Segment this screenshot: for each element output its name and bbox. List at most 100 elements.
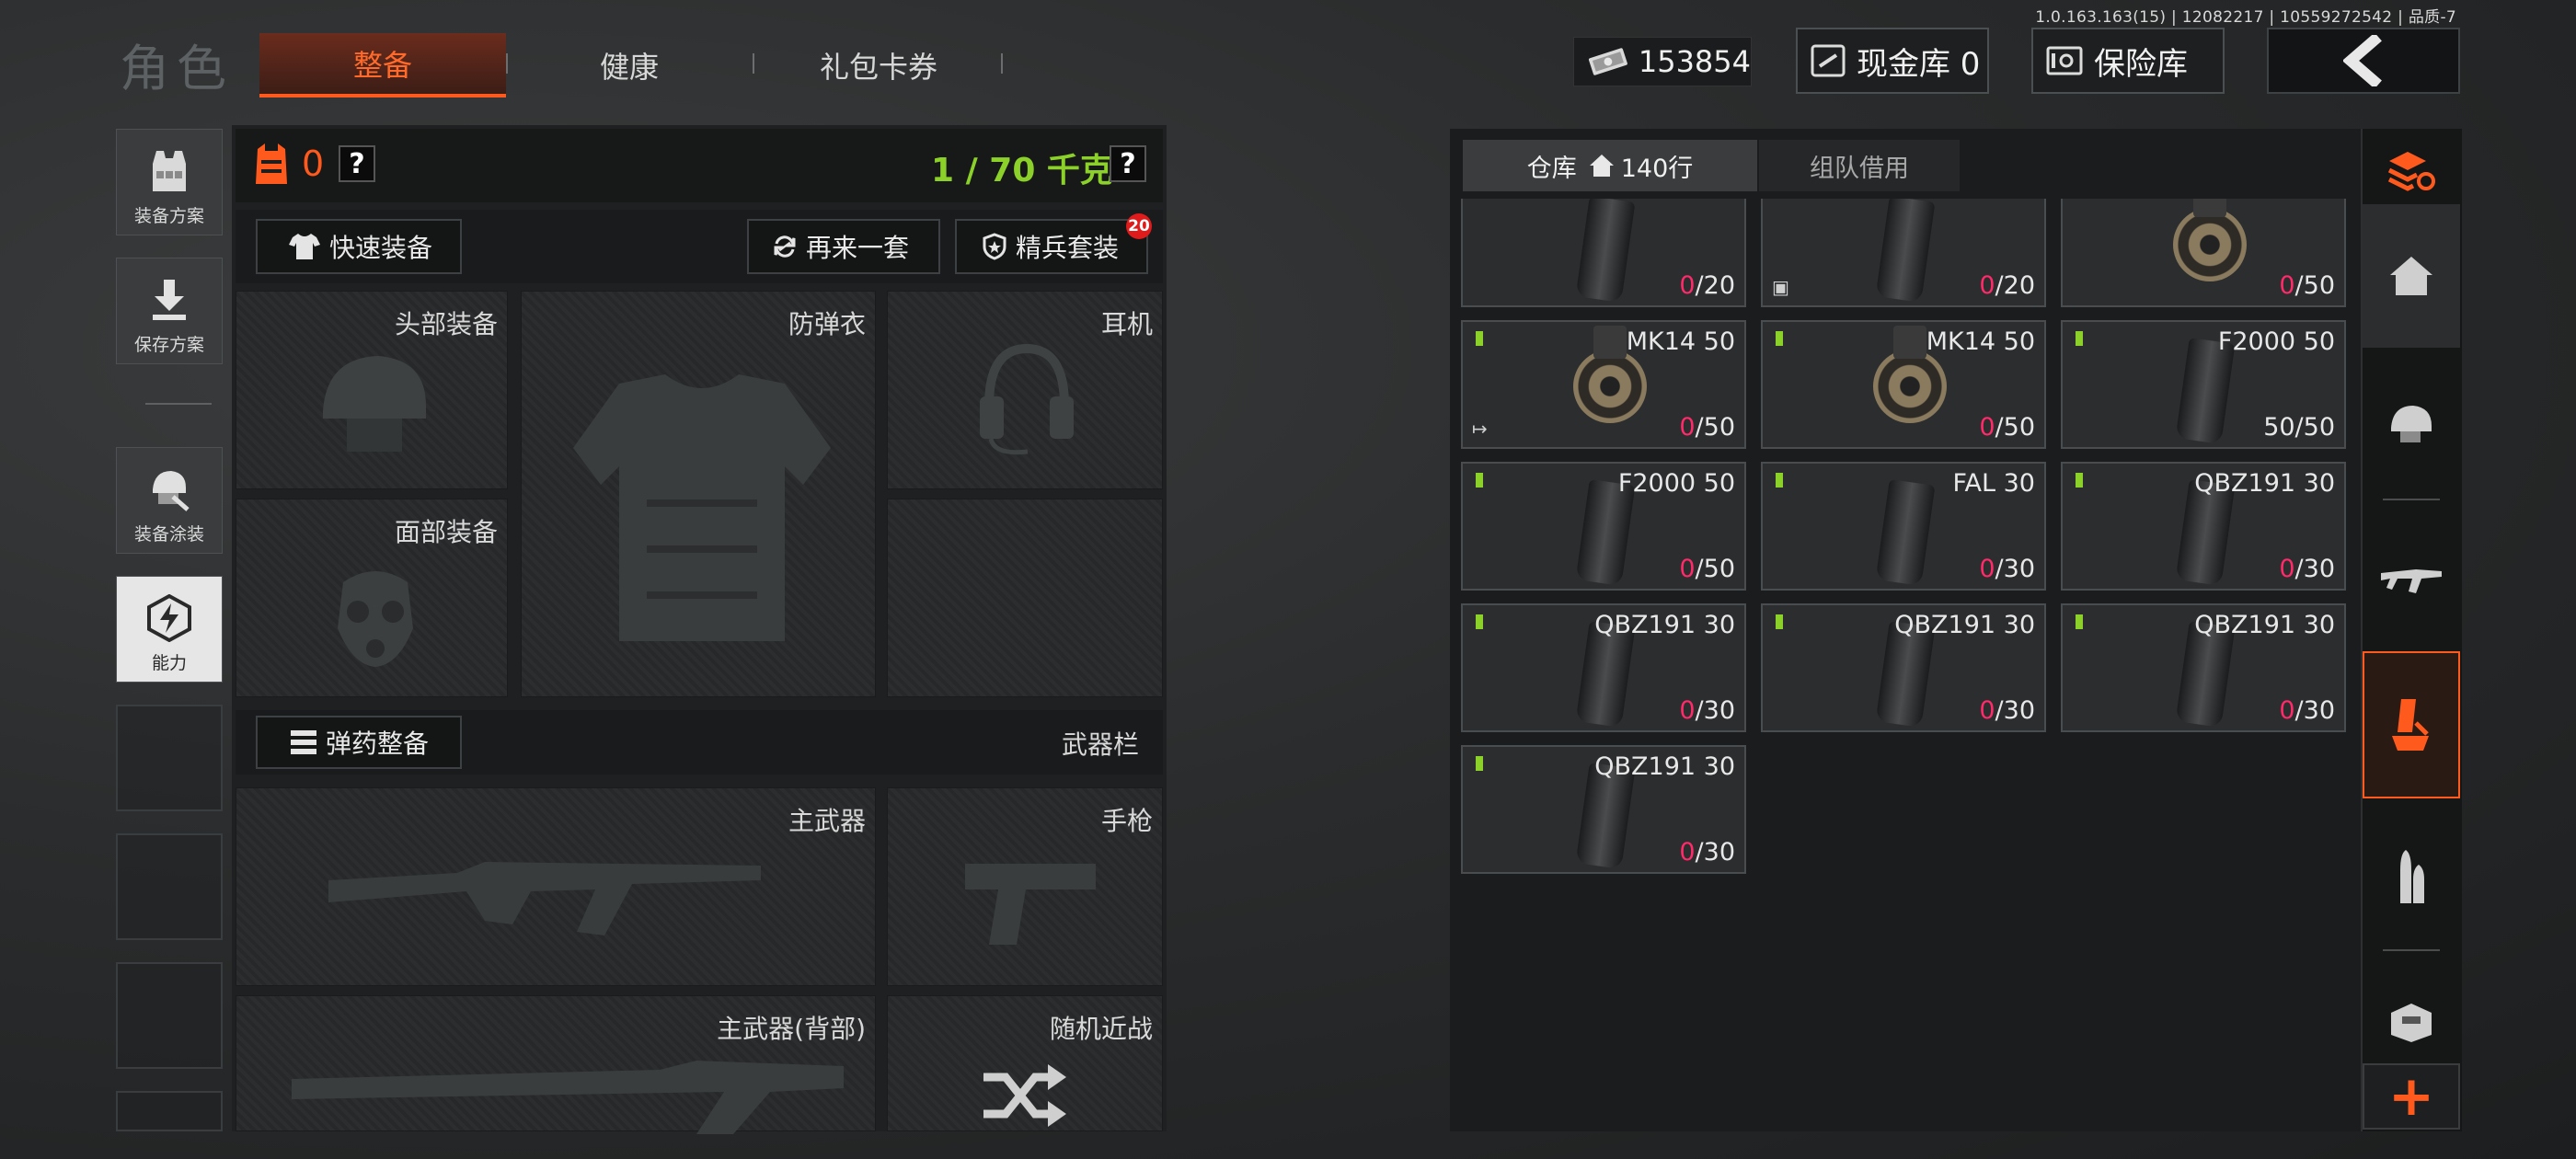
item-count-current: 0: [1979, 555, 1995, 583]
cash-vault-icon: [1811, 44, 1846, 77]
face-slot[interactable]: 面部装备: [236, 499, 508, 697]
item-count-max: /30: [2294, 696, 2335, 725]
refresh-icon: [774, 235, 796, 258]
pistol-slot[interactable]: 手枪: [887, 787, 1163, 986]
stack-refresh-icon: [2387, 152, 2435, 191]
face-slot-label: 面部装备: [394, 517, 498, 547]
ammo-list-icon: [291, 730, 316, 754]
team-borrow-label: 组队借用: [1810, 154, 1909, 183]
again-set-button[interactable]: 再来一套: [747, 219, 940, 274]
warehouse-item[interactable]: QBZ191 30 0/30: [2061, 462, 2346, 591]
tab-divider: [1001, 53, 1003, 74]
head-slot[interactable]: 头部装备: [236, 291, 508, 489]
warehouse-item[interactable]: QBZ191 30 0/30: [1461, 603, 1746, 732]
item-count-max: /30: [2294, 555, 2335, 583]
warehouse-item[interactable]: MK14 50 0/50 ↦: [1461, 320, 1746, 449]
primary-weapon-slot[interactable]: 主武器: [236, 787, 876, 986]
item-status-tag: [2076, 473, 2083, 488]
primary-weapon-label: 主武器: [788, 806, 866, 836]
ammo-equip-button[interactable]: 弹药整备: [256, 716, 462, 769]
quick-equip-button[interactable]: 快速装备: [256, 219, 462, 274]
shuffle-icon: [983, 1064, 1066, 1127]
ability-button[interactable]: 能力: [116, 576, 223, 683]
safe-vault-button[interactable]: 保险库: [2031, 28, 2225, 94]
elite-set-button[interactable]: 精兵套装: [955, 219, 1148, 274]
armor-icon: [2391, 1004, 2432, 1042]
item-count: 0/30: [2279, 555, 2335, 583]
rail-home-button[interactable]: [2363, 204, 2460, 348]
back-button[interactable]: [2267, 28, 2460, 94]
warehouse-item[interactable]: FAL 30 0/30: [1761, 462, 2046, 591]
item-count-max: /50: [1995, 413, 2035, 442]
warehouse-item[interactable]: QBZ191 30 0/30: [1461, 745, 1746, 874]
item-count-max: /30: [1695, 838, 1735, 866]
rail-bullet-button[interactable]: [2363, 828, 2460, 929]
money-value: 153854: [1638, 44, 1751, 79]
rail-ammo-box-button[interactable]: [2363, 651, 2460, 798]
item-count: 0/30: [1679, 838, 1735, 866]
warehouse-item[interactable]: 0/20 ▣: [1761, 199, 2046, 307]
cube-icon: ▣: [1772, 276, 1789, 298]
item-count: 0/50: [1679, 413, 1735, 442]
loadout-plan-button[interactable]: 装备方案: [116, 129, 223, 235]
tab-team-borrow[interactable]: 组队借用: [1759, 140, 1960, 191]
melee-slot[interactable]: 随机近战: [887, 995, 1163, 1131]
tab-storage[interactable]: 仓库 140行: [1463, 140, 1757, 191]
skin-button[interactable]: 装备涂装: [116, 447, 223, 554]
primary-back-slot[interactable]: 主武器(背部): [236, 995, 876, 1134]
magazine-icon: [1575, 199, 1636, 303]
warehouse-item[interactable]: MK14 50 0/50: [1761, 320, 2046, 449]
storage-tab-label: 仓库: [1526, 154, 1577, 183]
weight-display: 1 / 70 千克: [931, 152, 1113, 189]
exit-icon: ↦: [1472, 418, 1488, 440]
tab-health-label: 健康: [599, 50, 659, 85]
item-count-max: /30: [1995, 555, 2035, 583]
item-count: 0/50: [1679, 555, 1735, 583]
shirt-icon: [289, 234, 320, 259]
gas-mask-icon: [338, 571, 413, 667]
rifle-icon: [2381, 569, 2442, 593]
item-count-current: 0: [1679, 696, 1696, 725]
warehouse-item[interactable]: QBZ191 30 0/30: [1761, 603, 2046, 732]
help-icon[interactable]: ?: [339, 145, 375, 182]
item-name: MK14 50: [1626, 327, 1735, 356]
version-info: 1.0.163.163(15) | 12082217 | 10559272542…: [2035, 8, 2456, 27]
tab-health[interactable]: 健康: [515, 33, 743, 98]
tab-gift-label: 礼包卡券: [819, 50, 937, 85]
armor-slot[interactable]: 防弹衣: [521, 291, 876, 697]
drum-magazine-icon: [1873, 326, 1947, 423]
home-icon: [2390, 257, 2432, 295]
empty-slot: [887, 499, 1163, 697]
cash-vault-button[interactable]: 现金库 0: [1796, 28, 1989, 94]
item-status-tag: [2076, 614, 2083, 629]
weight-help-icon[interactable]: ?: [1110, 145, 1146, 182]
item-count: 0/30: [1679, 696, 1735, 725]
earphone-slot-label: 耳机: [1100, 309, 1153, 339]
tab-gift[interactable]: 礼包卡券: [762, 33, 995, 98]
rail-plus-button[interactable]: +: [2363, 1063, 2460, 1130]
armor-icon: [256, 143, 287, 184]
earphone-slot[interactable]: 耳机: [887, 291, 1163, 489]
rail-weapon-button[interactable]: [2363, 528, 2460, 629]
warehouse-item[interactable]: 0/50: [2061, 199, 2346, 307]
item-count-max: /20: [1695, 271, 1735, 300]
warehouse-item[interactable]: F2000 50 0/50: [1461, 462, 1746, 591]
item-name: F2000 50: [2217, 327, 2335, 356]
item-count-current: 0: [1679, 271, 1696, 300]
warehouse-item[interactable]: 0/20: [1461, 199, 1746, 307]
item-count-current: 0: [1979, 696, 1995, 725]
item-count: 0/20: [1679, 271, 1735, 300]
warehouse-item[interactable]: F2000 50 50/50: [2061, 320, 2346, 449]
warehouse-item[interactable]: QBZ191 30 0/30: [2061, 603, 2346, 732]
safe-vault-label: 保险库: [2094, 45, 2188, 83]
item-count-current: 0: [2279, 696, 2295, 725]
tab-equip[interactable]: 整备: [259, 33, 506, 98]
storage-rows: 140行: [1620, 154, 1694, 183]
rail-gear-button[interactable]: [2363, 377, 2460, 469]
save-plan-button[interactable]: 保存方案: [116, 258, 223, 364]
item-count-current: 0: [2279, 555, 2295, 583]
item-count-current: 0: [1679, 555, 1696, 583]
rail-armor-button[interactable]: [2363, 975, 2460, 1067]
item-name: F2000 50: [1617, 469, 1735, 498]
rail-sort-button[interactable]: [2363, 132, 2460, 208]
